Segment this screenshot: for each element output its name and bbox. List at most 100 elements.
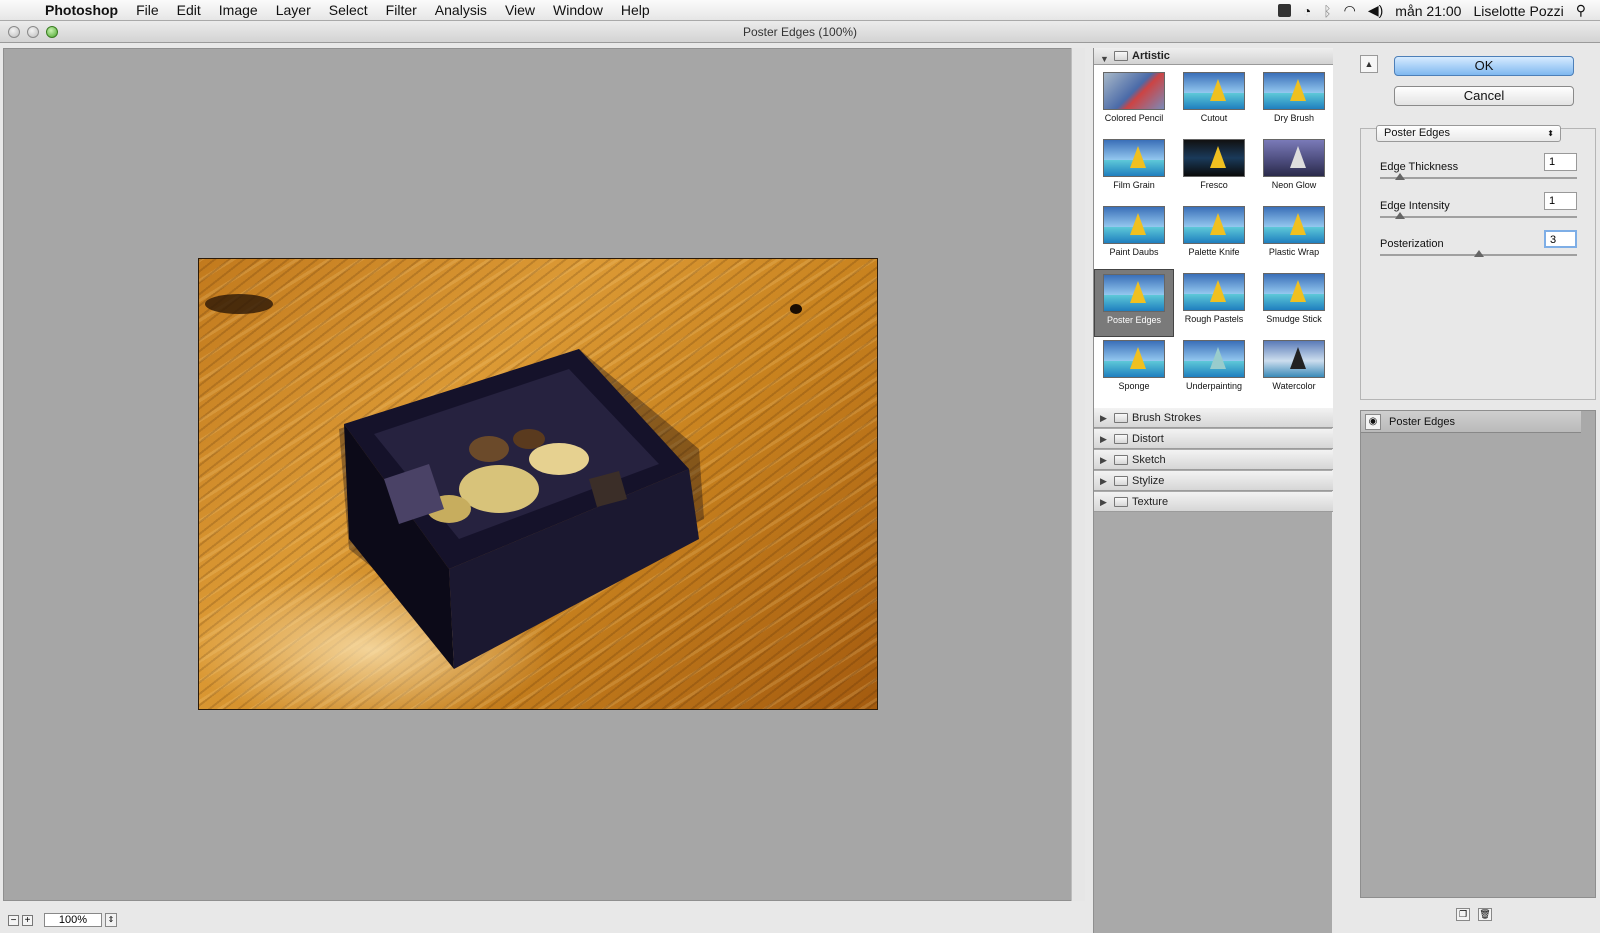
filter-smudge-stick[interactable]: Smudge Stick (1254, 269, 1334, 337)
close-window-button[interactable] (8, 26, 20, 38)
wifi-icon[interactable]: ◠ (1344, 2, 1356, 19)
zoom-stepper[interactable]: ⇕ (105, 913, 117, 927)
filter-fresco[interactable]: Fresco (1174, 135, 1254, 203)
filter-label: Smudge Stick (1266, 314, 1322, 324)
thumbnail (1183, 206, 1245, 244)
edge-intensity-field[interactable]: 1 (1544, 192, 1577, 210)
filter-rough-pastels[interactable]: Rough Pastels (1174, 269, 1254, 337)
filter-select[interactable]: Poster Edges ⬍ (1376, 125, 1561, 142)
thumbnail (1103, 206, 1165, 244)
menu-select[interactable]: Select (320, 2, 377, 18)
clock[interactable]: mån 21:00 (1395, 3, 1461, 19)
slider-knob[interactable] (1473, 250, 1484, 257)
category-label: Brush Strokes (1132, 412, 1202, 424)
filter-colored-pencil[interactable]: Colored Pencil (1094, 68, 1174, 136)
slider-knob[interactable] (1394, 173, 1405, 180)
edge-thickness-slider[interactable] (1380, 177, 1577, 179)
filter-label: Palette Knife (1188, 247, 1240, 257)
filter-thumbnail-grid: Colored Pencil Cutout Dry Brush Film Gra… (1094, 65, 1333, 408)
menu-analysis[interactable]: Analysis (426, 2, 496, 18)
zoom-out-button[interactable]: − (8, 914, 19, 926)
effect-layer-row[interactable]: ◉ Poster Edges (1361, 411, 1581, 433)
folder-icon (1114, 455, 1128, 465)
box-illustration (205, 294, 802, 669)
menu-window[interactable]: Window (544, 2, 612, 18)
bluetooth-icon[interactable]: ᛒ (1323, 3, 1331, 19)
thumbnail (1183, 139, 1245, 177)
ok-button[interactable]: OK (1394, 56, 1574, 76)
category-texture[interactable]: ▶ Texture (1094, 492, 1333, 512)
preview-status-bar: − + 100% ⇕ (0, 904, 1072, 933)
filter-plastic-wrap[interactable]: Plastic Wrap (1254, 202, 1334, 270)
thumbnail (1183, 72, 1245, 110)
filter-dry-brush[interactable]: Dry Brush (1254, 68, 1334, 136)
filter-watercolor[interactable]: Watercolor (1254, 336, 1334, 404)
zoom-in-button[interactable]: + (22, 914, 33, 926)
menu-file[interactable]: File (127, 2, 168, 18)
edge-thickness-field[interactable]: 1 (1544, 153, 1577, 171)
filter-browser: ▼ Artistic Colored Pencil Cutout Dry Bru… (1093, 48, 1333, 933)
effect-layers-list: ◉ Poster Edges (1360, 410, 1596, 898)
thumbnail (1103, 340, 1165, 378)
filter-sponge[interactable]: Sponge (1094, 336, 1174, 404)
filter-cutout[interactable]: Cutout (1174, 68, 1254, 136)
thumbnail (1263, 273, 1325, 311)
category-sketch[interactable]: ▶ Sketch (1094, 450, 1333, 470)
edge-intensity-slider[interactable] (1380, 216, 1577, 218)
category-artistic[interactable]: ▼ Artistic (1094, 48, 1333, 65)
menu-image[interactable]: Image (210, 2, 267, 18)
preview-scrollbar[interactable] (1071, 48, 1085, 901)
filter-gallery-window: − + 100% ⇕ ▼ Artistic Colored Pencil Cut… (0, 43, 1600, 933)
menu-edit[interactable]: Edit (168, 2, 210, 18)
minimize-window-button[interactable] (27, 26, 39, 38)
preview-canvas[interactable] (3, 48, 1072, 901)
filter-label: Paint Daubs (1109, 247, 1159, 257)
settings-panel: ▲ OK Cancel Poster Edges ⬍ Edge Thicknes… (1348, 48, 1600, 933)
user-name[interactable]: Liselotte Pozzi (1473, 3, 1563, 19)
time-machine-icon[interactable]: ◔ (1303, 3, 1311, 19)
folder-icon (1114, 497, 1128, 507)
menu-filter[interactable]: Filter (377, 2, 426, 18)
app-menu[interactable]: Photoshop (36, 2, 127, 18)
delete-effect-layer-icon[interactable]: 🗑 (1478, 908, 1492, 921)
param-edge-intensity: Edge Intensity 1 (1380, 192, 1585, 219)
filter-paint-daubs[interactable]: Paint Daubs (1094, 202, 1174, 270)
eye-visibility-icon[interactable]: ◉ (1365, 414, 1381, 430)
category-label: Distort (1132, 433, 1164, 445)
category-label: Sketch (1132, 454, 1166, 466)
filter-label: Cutout (1200, 113, 1228, 123)
filter-underpainting[interactable]: Underpainting (1174, 336, 1254, 404)
spotlight-search-icon[interactable]: ⚲ (1576, 2, 1586, 19)
filter-poster-edges[interactable]: Poster Edges (1094, 269, 1174, 337)
posterization-field[interactable]: 3 (1544, 230, 1577, 248)
cancel-button[interactable]: Cancel (1394, 86, 1574, 106)
filter-palette-knife[interactable]: Palette Knife (1174, 202, 1254, 270)
thumbnail (1103, 72, 1165, 110)
new-effect-layer-icon[interactable]: ❐ (1456, 908, 1470, 921)
category-brush-strokes[interactable]: ▶ Brush Strokes (1094, 408, 1333, 428)
filter-label: Colored Pencil (1104, 113, 1164, 123)
filter-label: Sponge (1118, 381, 1150, 391)
thumbnail (1263, 206, 1325, 244)
collapse-gallery-button[interactable]: ▲ (1360, 55, 1378, 73)
folder-icon (1114, 413, 1128, 423)
thumbnail (1103, 274, 1165, 312)
category-label: Stylize (1132, 475, 1165, 487)
thumbnail (1103, 139, 1165, 177)
menu-view[interactable]: View (496, 2, 544, 18)
category-distort[interactable]: ▶ Distort (1094, 429, 1333, 449)
filter-neon-glow[interactable]: Neon Glow (1254, 135, 1334, 203)
window-title: Poster Edges (100%) (742, 25, 858, 39)
filter-label: Dry Brush (1273, 113, 1314, 123)
category-stylize[interactable]: ▶ Stylize (1094, 471, 1333, 491)
menu-layer[interactable]: Layer (267, 2, 320, 18)
filter-film-grain[interactable]: Film Grain (1094, 135, 1174, 203)
slider-knob[interactable] (1394, 212, 1405, 219)
facebook-icon[interactable] (1277, 4, 1291, 17)
zoom-level-field[interactable]: 100% (44, 913, 102, 927)
menu-help[interactable]: Help (612, 2, 659, 18)
param-edge-thickness: Edge Thickness 1 (1380, 153, 1585, 180)
filter-label: Film Grain (1113, 180, 1155, 190)
zoom-window-button[interactable] (46, 26, 58, 38)
volume-icon[interactable]: ◀) (1368, 2, 1383, 19)
